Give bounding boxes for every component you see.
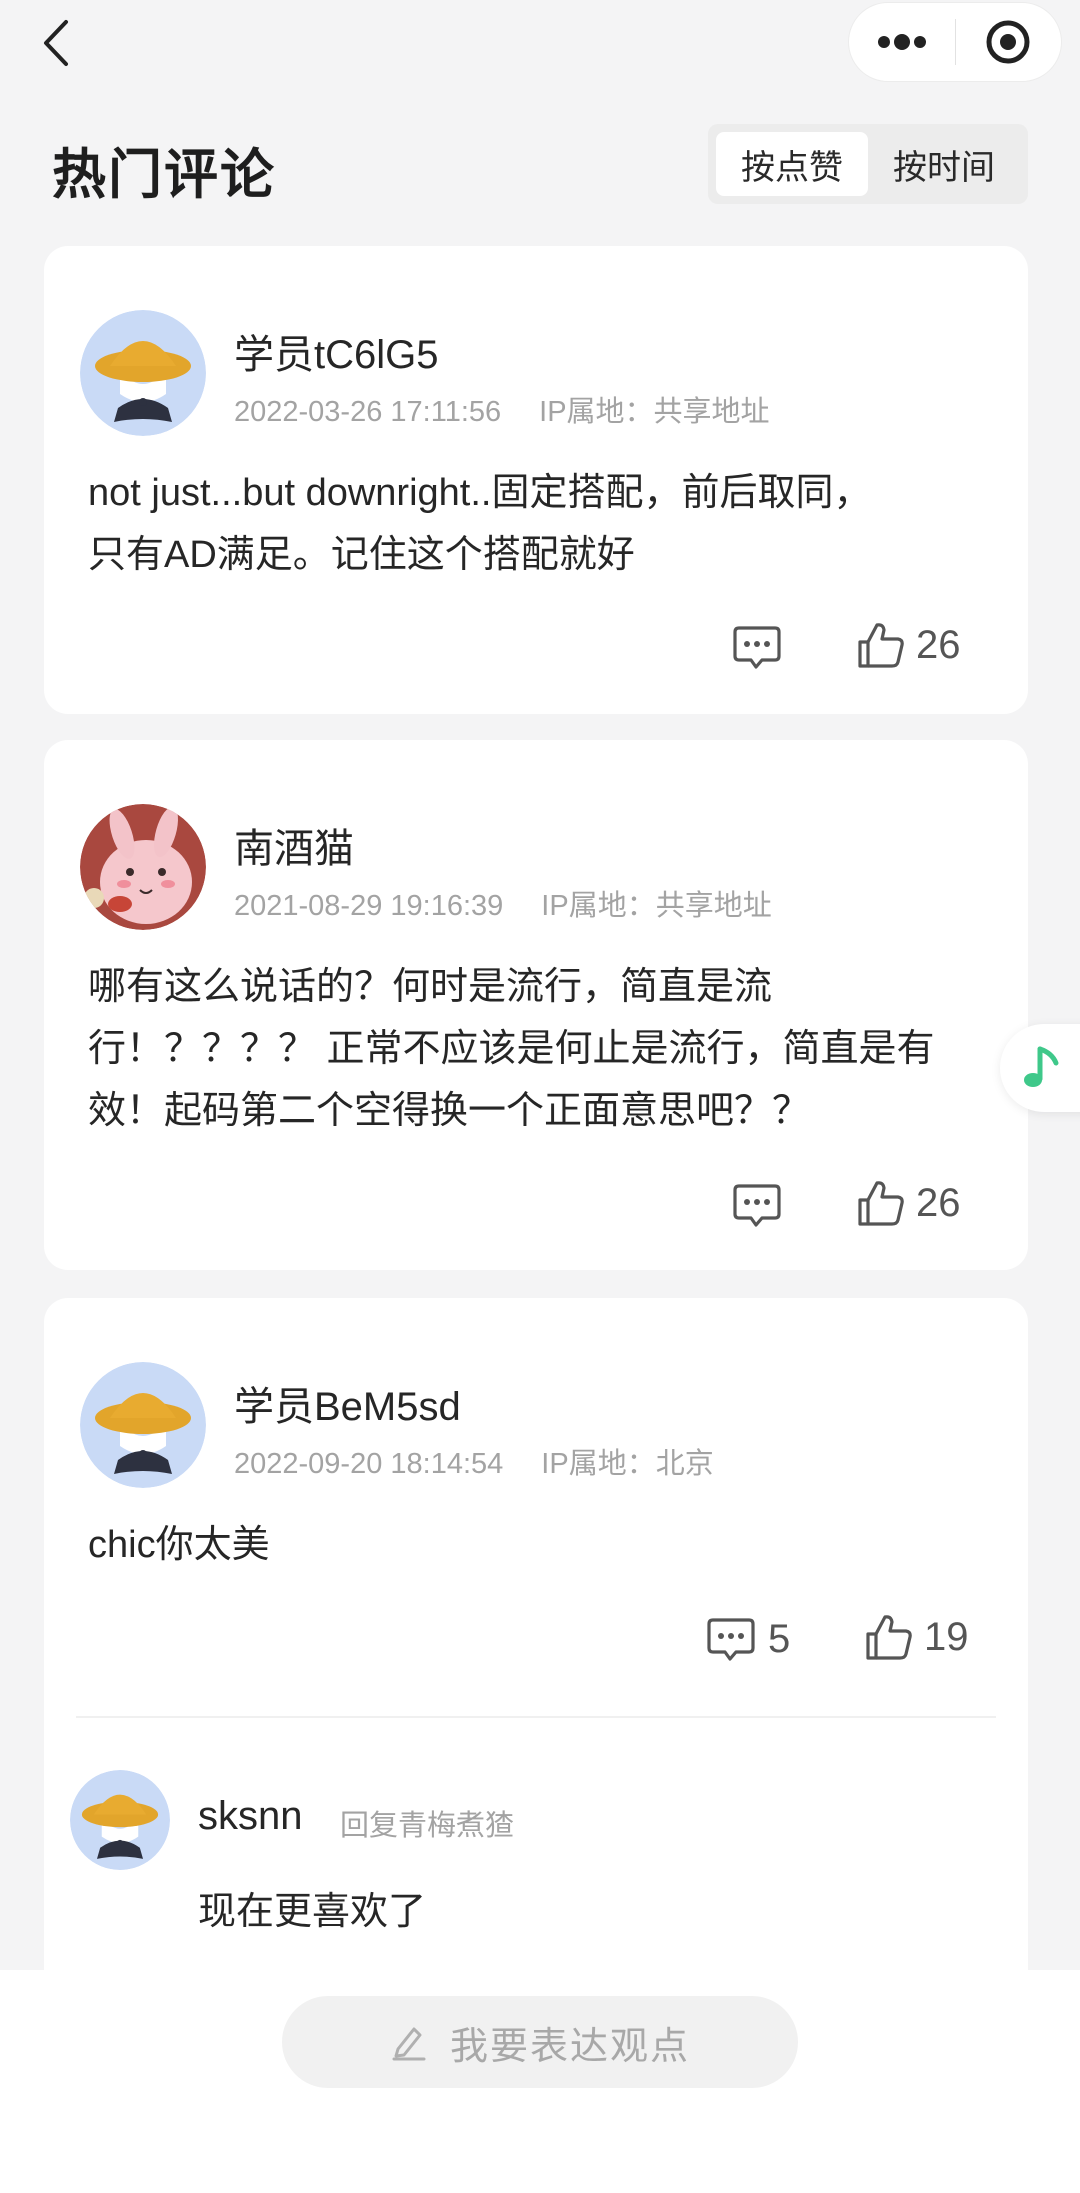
more-dots-icon <box>877 34 926 50</box>
comment-text-line: 行！？？？？ 正常不应该是何止是流行，简直是有 <box>88 1028 935 1070</box>
thumbs-up-icon <box>858 1181 904 1226</box>
comment-bubble-icon <box>733 626 781 669</box>
reply-to-label: 回复青梅煮猹 <box>340 1810 515 1842</box>
comment-card: 学员tC6lG5 2022-03-26 17:11:56 IP属地：共享地址 no… <box>44 246 1028 714</box>
comment-text: not just...but downright..固定搭配，前后取同， 只有A… <box>88 462 1008 586</box>
comment-meta: 2022-03-26 17:11:56 IP属地：共享地址 <box>234 388 770 430</box>
comment-timestamp: 2022-09-20 18:14:54 <box>234 1448 504 1480</box>
avatar[interactable] <box>80 804 206 930</box>
reply-avatar[interactable] <box>70 1770 170 1870</box>
comment-ip-location: IP属地：共享地址 <box>539 396 770 428</box>
comment-meta: 2022-09-20 18:14:54 IP属地：北京 <box>234 1440 714 1482</box>
comment-text-line: chic你太美 <box>88 1524 270 1566</box>
comment-text: 哪有这么说话的？何时是流行，简直是流 行！？？？？ 正常不应该是何止是流行，简直… <box>88 956 1008 1142</box>
comment-text-line: 只有AD满足。记住这个搭配就好 <box>88 534 635 576</box>
comment-card: 学员BeM5sd 2022-09-20 18:14:54 IP属地：北京 chic… <box>44 1298 1028 2018</box>
comments-page: 热门评论 按点赞 按时间 学员tC6lG5 2022-03-26 17:11:5… <box>0 0 1080 2193</box>
comment-bubble-icon <box>733 1184 781 1227</box>
comment-reply-button[interactable] <box>732 624 782 670</box>
music-note-icon <box>1024 1046 1059 1087</box>
comment-meta: 2021-08-29 19:16:39 IP属地：共享地址 <box>234 882 772 924</box>
sort-by-likes-button[interactable]: 按点赞 <box>716 132 868 196</box>
avatar[interactable] <box>80 310 206 436</box>
avatar[interactable] <box>80 1362 206 1488</box>
like-count: 19 <box>924 1614 969 1659</box>
sort-by-time-button[interactable]: 按时间 <box>868 132 1020 196</box>
like-button[interactable]: 26 <box>856 1178 961 1228</box>
comment-username[interactable]: 学员tC6lG5 <box>234 322 439 380</box>
like-count: 26 <box>916 1180 961 1225</box>
thumbs-up-icon <box>866 1615 912 1660</box>
comment-username[interactable]: 南酒猫 <box>234 816 354 874</box>
comment-timestamp: 2022-03-26 17:11:56 <box>234 396 502 428</box>
comment-ip-location: IP属地：北京 <box>541 1448 714 1480</box>
comment-reply-button[interactable]: 5 <box>706 1616 790 1662</box>
back-button[interactable] <box>38 18 78 68</box>
target-icon <box>986 20 1030 64</box>
chevron-left-icon <box>44 20 68 66</box>
like-button[interactable]: 19 <box>864 1612 969 1662</box>
pencil-icon <box>392 2027 426 2061</box>
like-button[interactable]: 26 <box>856 620 961 670</box>
comment-username[interactable]: 学员BeM5sd <box>234 1374 461 1432</box>
comment-timestamp: 2021-08-29 19:16:39 <box>234 890 504 922</box>
reply-count: 5 <box>768 1616 791 1661</box>
comment-ip-location: IP属地：共享地址 <box>541 890 772 922</box>
more-button[interactable] <box>849 3 955 81</box>
reply-username[interactable]: sksnn <box>198 1794 303 1839</box>
comment-text-line: not just...but downright..固定搭配，前后取同， <box>88 472 872 514</box>
like-count: 26 <box>916 622 961 667</box>
comment-card: 南酒猫 2021-08-29 19:16:39 IP属地：共享地址 哪有这么说话的… <box>44 740 1028 1270</box>
write-opinion-label: 我要表达观点 <box>449 2025 690 2068</box>
bottom-bar: 我要表达观点 <box>0 1970 1080 2193</box>
close-button[interactable] <box>956 3 1062 81</box>
comment-text-line: 哪有这么说话的？何时是流行，简直是流 <box>88 966 773 1008</box>
sort-toggle: 按点赞 按时间 <box>708 124 1028 204</box>
reply-divider <box>76 1716 996 1718</box>
comment-bubble-icon <box>707 1618 755 1661</box>
comment-text-line: 效！起码第二个空得换一个正面意思吧？？ <box>88 1090 811 1132</box>
reply-text: 现在更喜欢了 <box>198 1891 427 1933</box>
page-title: 热门评论 <box>52 145 276 205</box>
music-float-button[interactable] <box>1000 1024 1080 1112</box>
comment-reply-button[interactable] <box>732 1182 782 1228</box>
mini-program-capsule <box>848 2 1062 82</box>
thumbs-up-icon <box>858 623 904 668</box>
write-opinion-button[interactable]: 我要表达观点 <box>282 1996 798 2088</box>
comment-text: chic你太美 <box>88 1514 1008 1576</box>
